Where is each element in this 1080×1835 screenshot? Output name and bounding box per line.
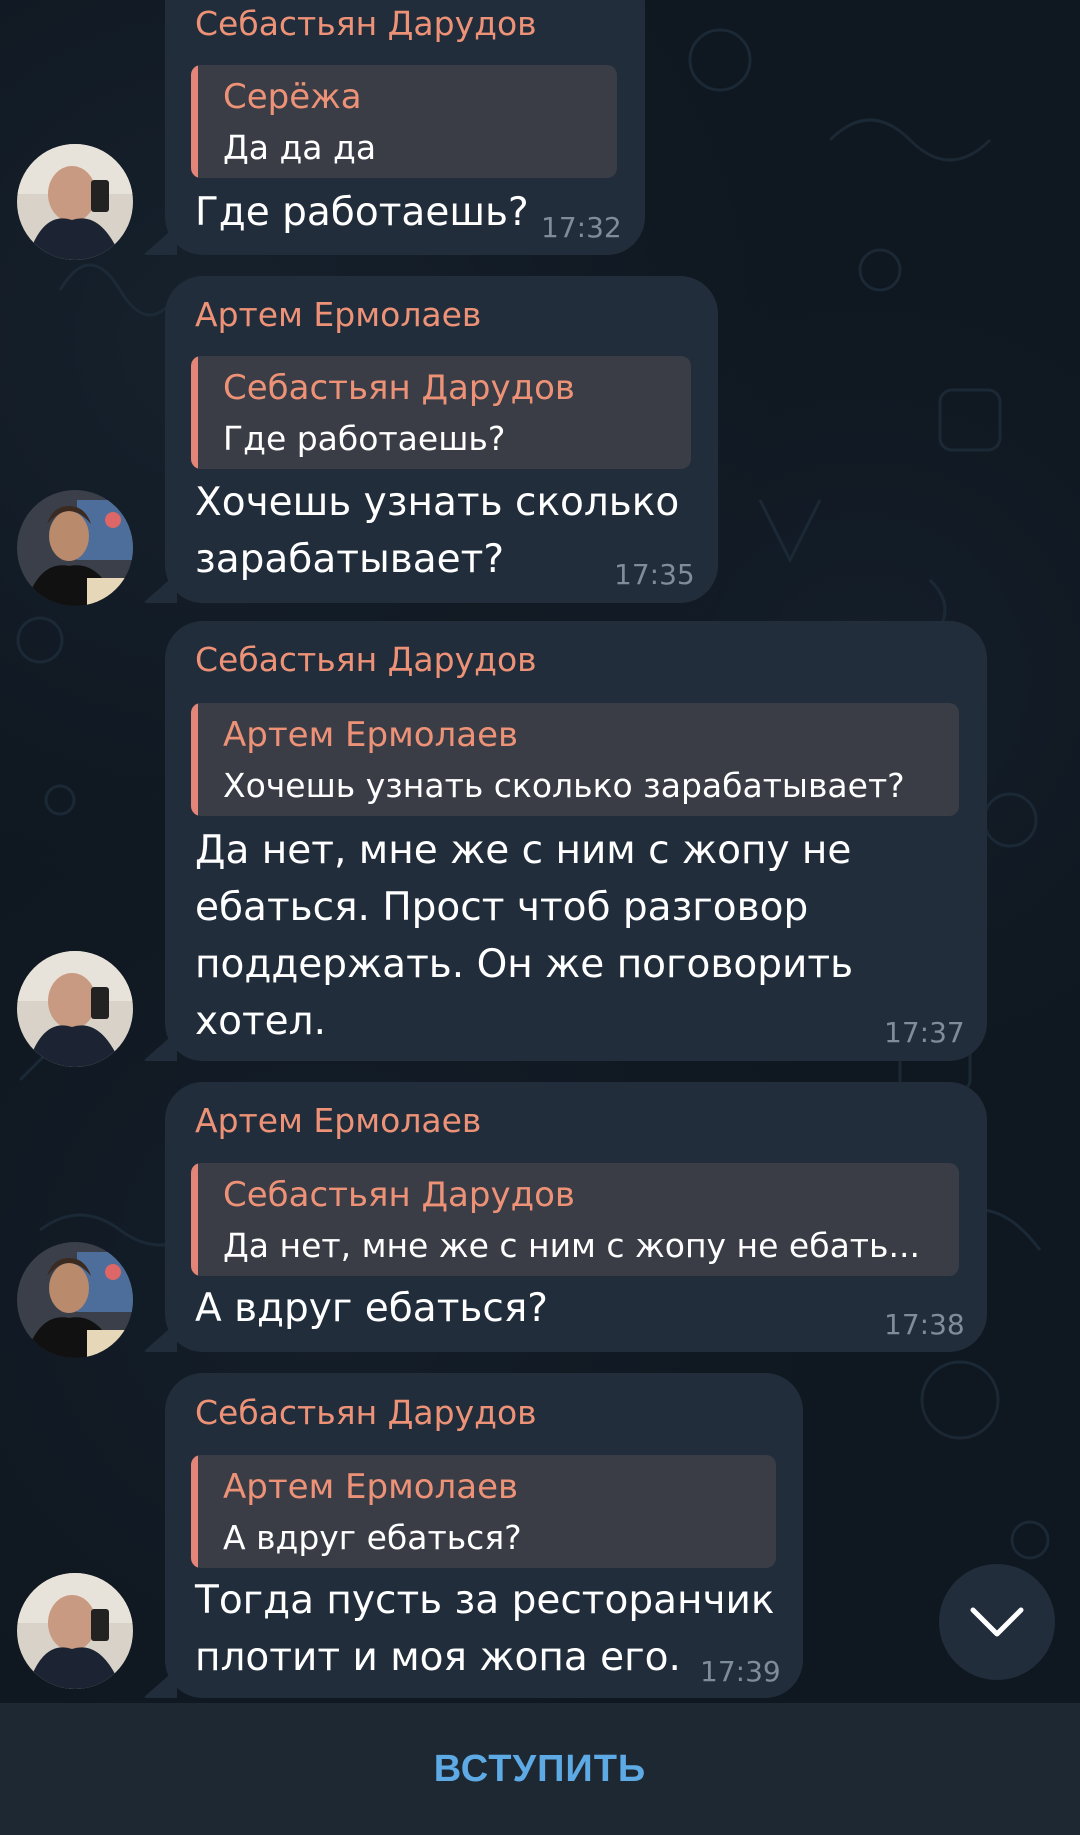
reply-preview[interactable]: Себастьян Дарудов Где работаешь? [191, 356, 691, 469]
message-text: Хочешь узнать сколько зарабатывает? [195, 480, 680, 582]
message-text: Где работаешь? [195, 190, 529, 235]
message-text: Тогда пусть за ресторанчик плотит и моя … [195, 1578, 775, 1680]
message-time: 17:32 [541, 211, 622, 244]
chevron-down-icon [970, 1607, 1024, 1637]
sender-name: Артем Ермолаев [195, 295, 482, 334]
reply-preview[interactable]: Артем Ермолаев Хочешь узнать сколько зар… [191, 703, 959, 816]
avatar[interactable] [17, 490, 133, 606]
bottom-bar: ВСТУПИТЬ [0, 1703, 1080, 1835]
reply-text: Где работаешь? [223, 419, 506, 458]
reply-preview[interactable]: Артем Ермолаев А вдруг ебаться? [191, 1455, 776, 1568]
message-time: 17:37 [884, 1016, 965, 1049]
avatar[interactable] [17, 951, 133, 1067]
reply-text: Да да да [223, 128, 377, 167]
reply-text: Да нет, мне же с ним с жопу не ебать... [223, 1226, 920, 1265]
reply-preview[interactable]: Себастьян Дарудов Да нет, мне же с ним с… [191, 1163, 959, 1276]
avatar[interactable] [17, 144, 133, 260]
reply-text: Хочешь узнать сколько зарабатывает? [223, 766, 905, 805]
reply-sender-name: Себастьян Дарудов [223, 1175, 575, 1215]
message-text: А вдруг ебаться? [195, 1286, 548, 1331]
message-text: Да нет, мне же с ним с жопу не ебаться. … [195, 828, 854, 1044]
reply-sender-name: Себастьян Дарудов [223, 368, 575, 408]
sender-name: Себастьян Дарудов [195, 4, 537, 43]
message-time: 17:39 [700, 1655, 781, 1688]
reply-text: А вдруг ебаться? [223, 1518, 522, 1557]
reply-preview[interactable]: Серёжа Да да да [191, 65, 617, 178]
message-time: 17:35 [614, 558, 695, 591]
scroll-down-button[interactable] [939, 1564, 1055, 1680]
avatar[interactable] [17, 1242, 133, 1358]
reply-sender-name: Артем Ермолаев [223, 715, 519, 755]
sender-name: Артем Ермолаев [195, 1101, 482, 1140]
reply-sender-name: Серёжа [223, 77, 362, 117]
message-time: 17:38 [884, 1308, 965, 1341]
join-button[interactable]: ВСТУПИТЬ [434, 1748, 647, 1791]
sender-name: Себастьян Дарудов [195, 1393, 537, 1432]
reply-sender-name: Артем Ермолаев [223, 1467, 519, 1507]
avatar[interactable] [17, 1573, 133, 1689]
sender-name: Себастьян Дарудов [195, 640, 537, 679]
